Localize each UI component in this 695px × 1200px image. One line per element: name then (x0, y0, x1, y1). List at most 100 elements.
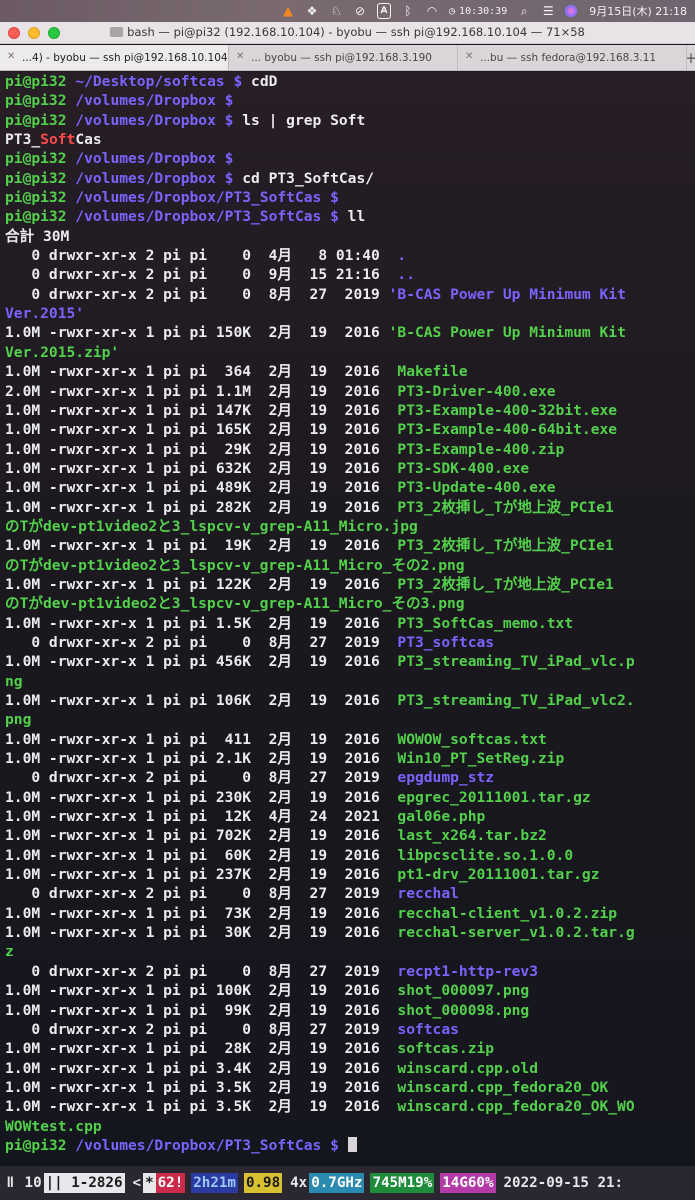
terminal-line: pi@pi32 /volumes/Dropbox $ ls | grep Sof… (5, 111, 695, 130)
terminal-text: PT3_SoftCas_memo.txt (397, 614, 574, 632)
terminal-text: 1.0M -rwxr-xr-x 1 pi pi 632K 2月 19 2016 (5, 459, 398, 477)
status-segment: 10 (24, 1175, 42, 1191)
terminal-line: 2.0M -rwxr-xr-x 1 pi pi 1.1M 2月 19 2016 … (5, 382, 695, 401)
terminal-line: 1.0M -rwxr-xr-x 1 pi pi 73K 2月 19 2016 r… (5, 904, 695, 923)
terminal-line: 1.0M -rwxr-xr-x 1 pi pi 30K 2月 19 2016 r… (5, 923, 695, 942)
terminal-text: PT3-Example-400.zip (397, 440, 565, 458)
status-segment: 0.98 (243, 1173, 283, 1193)
terminal-line: ng (5, 672, 695, 691)
tab-byobu-10-104[interactable]: ✕ ...4) - byobu — ssh pi@192.168.10.104 (0, 45, 229, 70)
terminal-text: pi@pi32 (5, 1136, 76, 1154)
terminal-text: 1.0M -rwxr-xr-x 1 pi pi 30K 2月 19 2016 (5, 924, 398, 942)
window-titlebar[interactable]: bash — pi@pi32 (192.168.10.104) - byobu … (0, 22, 695, 44)
tab-ssh-fedora[interactable]: ✕ ...bu — ssh fedora@192.168.3.11 (458, 45, 687, 70)
window-title-text: bash — pi@pi32 (192.168.10.104) - byobu … (127, 25, 585, 39)
terminal-text: ~/Desktop/softcas $ (75, 73, 252, 90)
siri-icon[interactable] (565, 5, 578, 17)
evernote-icon[interactable]: ♘ (329, 3, 343, 19)
terminal-text: 1.0M -rwxr-xr-x 1 pi pi 1.5K 2月 19 2016 (5, 614, 398, 632)
terminal-line: 1.0M -rwxr-xr-x 1 pi pi 237K 2月 19 2016 … (5, 865, 695, 884)
terminal-text: PT3_2枚挿し_Tが地上波_PCIe1 (397, 537, 614, 555)
terminal-line: のTがdev-pt1video2と3_lspcv-v_grep-A11_Micr… (5, 594, 695, 613)
menubar-date[interactable]: 9月15日(木) 21:18 (589, 3, 687, 19)
menubar-clock[interactable]: ◷ 10:30:39 (449, 3, 507, 19)
terminal-text: pi@pi32 (5, 150, 76, 168)
terminal-text: PT3_2枚挿し_Tが地上波_PCIe1 (397, 575, 614, 593)
tab-label: ...4) - byobu — ssh pi@192.168.10.104 (22, 51, 228, 64)
terminal-line: 1.0M -rwxr-xr-x 1 pi pi 3.5K 2月 19 2016 … (5, 1078, 695, 1097)
terminal-text: 1.0M -rwxr-xr-x 1 pi pi 3.5K 2月 19 2016 (5, 1078, 398, 1096)
terminal-text: pi@pi32 (5, 111, 76, 129)
terminal-line: png (5, 710, 695, 729)
terminal-text: のTがdev-pt1video2と3_lspcv-v_grep-A11_Micr… (5, 595, 465, 613)
terminal-text: 1.0M -rwxr-xr-x 1 pi pi 230K 2月 19 2016 (5, 788, 398, 806)
terminal-line: pi@pi32 /volumes/Dropbox/PT3_SoftCas $ (5, 188, 695, 207)
terminal-text: 1.0M -rwxr-xr-x 1 pi pi 19K 2月 19 2016 (5, 537, 398, 555)
menu-bar: ▲ ❖ ♘ ⊘ A ᛒ ◠ ◷ 10:30:39 ⌕ ☰ 9月15日(木) 21:… (0, 0, 695, 22)
terminal-text: PT3_softcas (397, 633, 495, 651)
search-icon[interactable]: ⌕ (517, 3, 531, 19)
terminal-text: 1.0M -rwxr-xr-x 1 pi pi 12K 4月 24 2021 (5, 808, 398, 826)
terminal-text: 1.0M -rwxr-xr-x 1 pi pi 147K 2月 19 2016 (5, 401, 398, 419)
terminal-text: 1.0M -rwxr-xr-x 1 pi pi 60K 2月 19 2016 (5, 846, 398, 864)
control-center-icon[interactable]: ☰ (541, 3, 555, 19)
terminal-text: . (397, 247, 407, 265)
dropbox-icon[interactable]: ❖ (305, 3, 319, 19)
vlc-cone-icon[interactable]: ▲ (281, 3, 295, 19)
terminal-text: 1.0M -rwxr-xr-x 1 pi pi 150K 2月 19 2016 (5, 324, 389, 342)
terminal-line: 合計 30M (5, 227, 695, 246)
terminal-text: Makefile (397, 363, 468, 381)
close-tab-icon[interactable]: ✕ (236, 51, 244, 62)
terminal-text: /volumes/Dropbox/PT3_SoftCas $ (75, 189, 348, 207)
close-tab-icon[interactable]: ✕ (465, 51, 473, 62)
new-tab-button[interactable]: + (685, 45, 695, 70)
clock-text: 10:30:39 (459, 5, 508, 17)
terminal-text: 1.0M -rwxr-xr-x 1 pi pi 73K 2月 19 2016 (5, 904, 398, 922)
terminal-text: z (5, 943, 14, 961)
terminal-text: pt1-drv_20111001.tar.gz (397, 866, 600, 884)
terminal-line: 1.0M -rwxr-xr-x 1 pi pi 99K 2月 19 2016 s… (5, 1001, 695, 1020)
terminal-text: 0 drwxr-xr-x 2 pi pi 0 8月 27 2019 (5, 1020, 398, 1038)
terminal-text: shot_000097.png (397, 982, 530, 1000)
tab-byobu-3-190[interactable]: ✕ ... byobu — ssh pi@192.168.3.190 (229, 45, 458, 70)
terminal-text: 1.0M -rwxr-xr-x 1 pi pi 122K 2月 19 2016 (5, 575, 398, 593)
terminal-text: 1.0M -rwxr-xr-x 1 pi pi 3.4K 2月 19 2016 (5, 1059, 398, 1077)
terminal-text: /volumes/Dropbox $ (75, 150, 243, 168)
terminal-text: /volumes/Dropbox/PT3_SoftCas $ (75, 208, 348, 226)
terminal-text: 0 drwxr-xr-x 2 pi pi 0 8月 27 2019 (5, 962, 398, 980)
terminal-text: PT3_ (5, 131, 41, 149)
terminal-text: Ver.2015.zip' (5, 343, 120, 361)
status-segment: 62! (155, 1173, 186, 1193)
terminal-line: 1.0M -rwxr-xr-x 1 pi pi 1.5K 2月 19 2016 … (5, 614, 695, 633)
folder-icon (110, 27, 124, 37)
terminal-text: gal06e.php (397, 808, 486, 826)
terminal-text: PT3_2枚挿し_Tが地上波_PCIe1 (397, 498, 614, 516)
terminal-text: PT3-Driver-400.exe (397, 382, 556, 400)
terminal-line: 1.0M -rwxr-xr-x 1 pi pi 2.1K 2月 19 2016 … (5, 749, 695, 768)
terminal-text: PT3-SDK-400.exe (397, 459, 530, 477)
window-title: bash — pi@pi32 (192.168.10.104) - byobu … (0, 25, 695, 39)
terminal-text: png (5, 711, 32, 729)
terminal-text: Cas (75, 131, 102, 149)
terminal-text: winscard.cpp_fedora20_OK_WO (397, 1098, 635, 1116)
terminal-text: pi@pi32 (5, 208, 76, 226)
close-tab-icon[interactable]: ✕ (7, 51, 15, 62)
terminal-line: 1.0M -rwxr-xr-x 1 pi pi 632K 2月 19 2016 … (5, 459, 695, 478)
terminal-text: 1.0M -rwxr-xr-x 1 pi pi 456K 2月 19 2016 (5, 653, 398, 671)
terminal-line: 1.0M -rwxr-xr-x 1 pi pi 456K 2月 19 2016 … (5, 652, 695, 671)
wifi-icon[interactable]: ◠ (425, 3, 439, 19)
terminal-line: 0 drwxr-xr-x 2 pi pi 0 8月 27 2019 softca… (5, 1020, 695, 1039)
muted-icon[interactable]: ⊘ (353, 3, 367, 19)
terminal-line: 1.0M -rwxr-xr-x 1 pi pi 60K 2月 19 2016 l… (5, 846, 695, 865)
clock-icon: ◷ (449, 5, 456, 17)
input-method-icon[interactable]: A (377, 3, 392, 19)
terminal-text: winscard.cpp_fedora20_OK (397, 1078, 609, 1096)
terminal-line: 1.0M -rwxr-xr-x 1 pi pi 364 2月 19 2016 M… (5, 362, 695, 381)
terminal-output[interactable]: pi@pi32 ~/Desktop/softcas $ cdD pi@pi32 /… (0, 72, 695, 1166)
terminal-line: 1.0M -rwxr-xr-x 1 pi pi 282K 2月 19 2016 … (5, 498, 695, 517)
terminal-text: 1.0M -rwxr-xr-x 1 pi pi 411 2月 19 2016 (5, 730, 398, 748)
bluetooth-icon[interactable]: ᛒ (401, 3, 415, 19)
terminal-lines: pi@pi32 ~/Desktop/softcas $ cdD pi@pi32 /… (5, 72, 695, 1155)
terminal-text: PT3-Example-400-32bit.exe (397, 401, 618, 419)
terminal-text: WOWOW_softcas.txt (397, 730, 547, 748)
